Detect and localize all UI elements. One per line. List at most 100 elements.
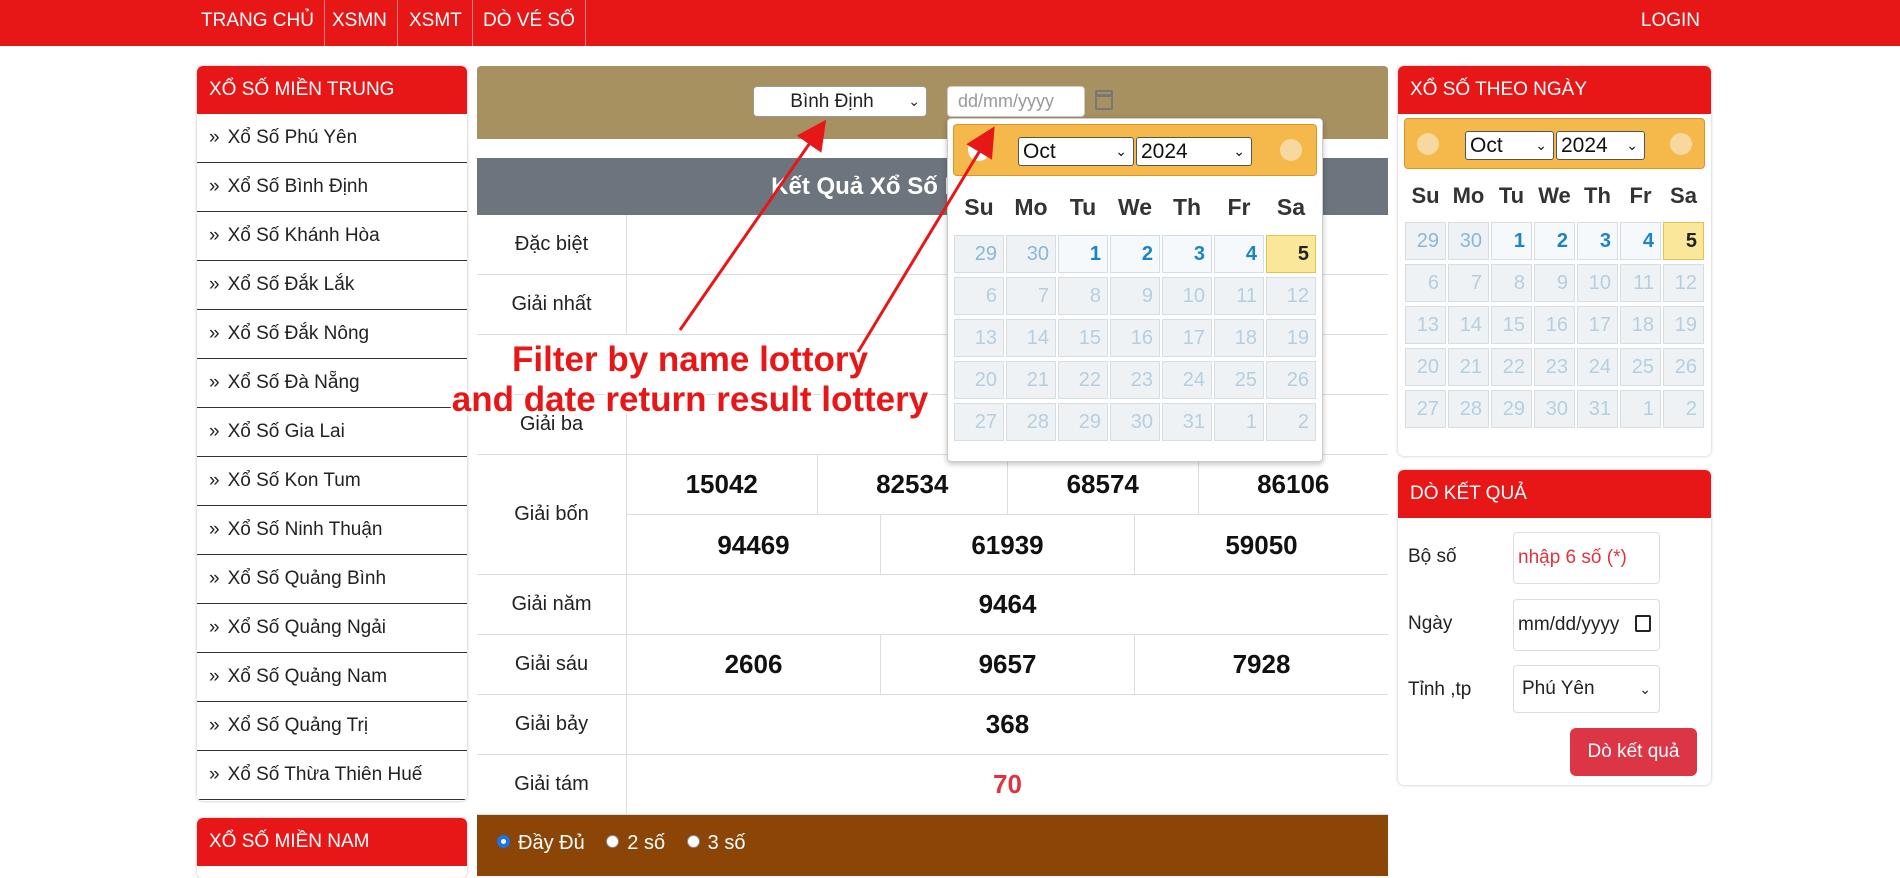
- calendar-day[interactable]: 17: [1162, 319, 1212, 357]
- calendar-day[interactable]: 15: [1058, 319, 1108, 357]
- sidebar-item[interactable]: » Xổ Số Đắk Lắk: [197, 261, 467, 310]
- tinh-select[interactable]: Phú Yên ⌄: [1513, 665, 1660, 713]
- calendar-day[interactable]: 10: [1577, 264, 1618, 302]
- calendar-day[interactable]: 1: [1058, 235, 1108, 273]
- calendar-day[interactable]: 30: [1534, 390, 1575, 428]
- sidebar-item[interactable]: » Xổ Số Phú Yên: [197, 114, 467, 163]
- calendar-day[interactable]: 31: [1162, 403, 1212, 441]
- calendar-day[interactable]: 14: [1448, 306, 1489, 344]
- calendar-day[interactable]: 21: [1448, 348, 1489, 386]
- year-select[interactable]: 2024 ⌄: [1136, 137, 1252, 166]
- calendar-day[interactable]: 13: [954, 319, 1004, 357]
- calendar-day[interactable]: 16: [1110, 319, 1160, 357]
- calendar-day[interactable]: 11: [1620, 264, 1661, 302]
- calendar-icon[interactable]: [1095, 90, 1113, 110]
- calendar-day[interactable]: 12: [1663, 264, 1704, 302]
- ngay-date-input[interactable]: mm/dd/yyyy: [1513, 599, 1660, 651]
- sidebar-item[interactable]: » Xổ Số Quảng Ngải: [197, 604, 467, 653]
- calendar-day[interactable]: 2: [1266, 403, 1316, 441]
- calendar-day[interactable]: 16: [1534, 306, 1575, 344]
- calendar-day[interactable]: 27: [954, 403, 1004, 441]
- date-input[interactable]: dd/mm/yyyy: [947, 86, 1085, 117]
- calendar-day[interactable]: 9: [1534, 264, 1575, 302]
- sidebar-item[interactable]: » Xổ Số Quảng Bình: [197, 555, 467, 604]
- calendar-day[interactable]: 10: [1162, 277, 1212, 315]
- sidebar-item[interactable]: » Xổ Số Đắk Nông: [197, 310, 467, 359]
- calendar-day[interactable]: 29: [1405, 222, 1446, 260]
- calendar-day[interactable]: 30: [1448, 222, 1489, 260]
- calendar-day[interactable]: 4: [1214, 235, 1264, 273]
- calendar-day[interactable]: 6: [1405, 264, 1446, 302]
- calendar-day[interactable]: 2: [1110, 235, 1160, 273]
- sidebar-item[interactable]: » Xổ Số Thừa Thiên Huế: [197, 751, 467, 800]
- calendar-day[interactable]: 18: [1214, 319, 1264, 357]
- month-select[interactable]: Oct ⌄: [1018, 137, 1134, 166]
- radio-3-digits[interactable]: [686, 835, 700, 849]
- radio-full[interactable]: [497, 835, 510, 849]
- calendar-day[interactable]: 30: [1006, 235, 1056, 273]
- calendar-day[interactable]: 19: [1663, 306, 1704, 344]
- calendar-day[interactable]: 29: [954, 235, 1004, 273]
- calendar-day[interactable]: 14: [1006, 319, 1056, 357]
- calendar-day[interactable]: 27: [1405, 390, 1446, 428]
- nav-xsmt-link[interactable]: XSMT: [399, 0, 473, 46]
- next-month-icon[interactable]: [1280, 139, 1302, 161]
- calendar-day[interactable]: 13: [1405, 306, 1446, 344]
- nav-do-ve-so-link[interactable]: DÒ VÉ SỐ: [473, 0, 586, 46]
- calendar-day[interactable]: 25: [1620, 348, 1661, 386]
- calendar-day[interactable]: 22: [1058, 361, 1108, 399]
- month-select[interactable]: Oct ⌄: [1465, 131, 1554, 160]
- calendar-day[interactable]: 24: [1577, 348, 1618, 386]
- radio-2-digits[interactable]: [606, 835, 620, 849]
- sidebar-item[interactable]: » Xổ Số Khánh Hòa: [197, 212, 467, 261]
- calendar-day[interactable]: 11: [1214, 277, 1264, 315]
- sidebar-item[interactable]: » Xổ Số Kon Tum: [197, 457, 467, 506]
- sidebar-item[interactable]: » Xổ Số Gia Lai: [197, 408, 467, 457]
- calendar-day[interactable]: 1: [1620, 390, 1661, 428]
- nav-xsmn-link[interactable]: XSMN: [322, 0, 398, 46]
- calendar-day[interactable]: 8: [1058, 277, 1108, 315]
- calendar-day[interactable]: 5: [1266, 235, 1316, 273]
- calendar-day[interactable]: 19: [1266, 319, 1316, 357]
- province-select[interactable]: Bình Định ⌄: [753, 86, 927, 117]
- sidebar-item[interactable]: » Xổ Số Đà Nẵng: [197, 359, 467, 408]
- calendar-day[interactable]: 20: [1405, 348, 1446, 386]
- calendar-day[interactable]: 2: [1534, 222, 1575, 260]
- calendar-day[interactable]: 23: [1110, 361, 1160, 399]
- calendar-day[interactable]: 1: [1214, 403, 1264, 441]
- calendar-day[interactable]: 9: [1110, 277, 1160, 315]
- calendar-day[interactable]: 15: [1491, 306, 1532, 344]
- calendar-day[interactable]: 30: [1110, 403, 1160, 441]
- calendar-day[interactable]: 26: [1266, 361, 1316, 399]
- calendar-day[interactable]: 23: [1534, 348, 1575, 386]
- calendar-day[interactable]: 22: [1491, 348, 1532, 386]
- calendar-day[interactable]: 25: [1214, 361, 1264, 399]
- do-ket-qua-button[interactable]: Dò kết quả: [1570, 728, 1697, 776]
- sidebar-item[interactable]: » Xổ Số Bình Định: [197, 163, 467, 212]
- calendar-day[interactable]: 24: [1162, 361, 1212, 399]
- prev-month-icon[interactable]: [1417, 133, 1439, 155]
- calendar-day[interactable]: 21: [1006, 361, 1056, 399]
- calendar-day[interactable]: 2: [1663, 390, 1704, 428]
- bo-so-input[interactable]: nhập 6 số (*): [1513, 532, 1660, 584]
- calendar-day[interactable]: 7: [1448, 264, 1489, 302]
- calendar-day[interactable]: 5: [1663, 222, 1704, 260]
- calendar-day[interactable]: 1: [1491, 222, 1532, 260]
- calendar-day[interactable]: 26: [1663, 348, 1704, 386]
- calendar-day[interactable]: 29: [1058, 403, 1108, 441]
- calendar-day[interactable]: 20: [954, 361, 1004, 399]
- next-month-icon[interactable]: [1670, 133, 1692, 155]
- calendar-day[interactable]: 8: [1491, 264, 1532, 302]
- year-select[interactable]: 2024 ⌄: [1556, 131, 1645, 160]
- calendar-day[interactable]: 31: [1577, 390, 1618, 428]
- calendar-day[interactable]: 29: [1491, 390, 1532, 428]
- calendar-day[interactable]: 28: [1448, 390, 1489, 428]
- sidebar-item[interactable]: » Xổ Số Quảng Nam: [197, 653, 467, 702]
- sidebar-item[interactable]: » Xổ Số Quảng Trị: [197, 702, 467, 751]
- login-link[interactable]: LOGIN: [1641, 0, 1700, 46]
- calendar-day[interactable]: 6: [954, 277, 1004, 315]
- nav-home-link[interactable]: TRANG CHỦ: [191, 0, 325, 46]
- calendar-day[interactable]: 28: [1006, 403, 1056, 441]
- calendar-day[interactable]: 3: [1162, 235, 1212, 273]
- calendar-day[interactable]: 17: [1577, 306, 1618, 344]
